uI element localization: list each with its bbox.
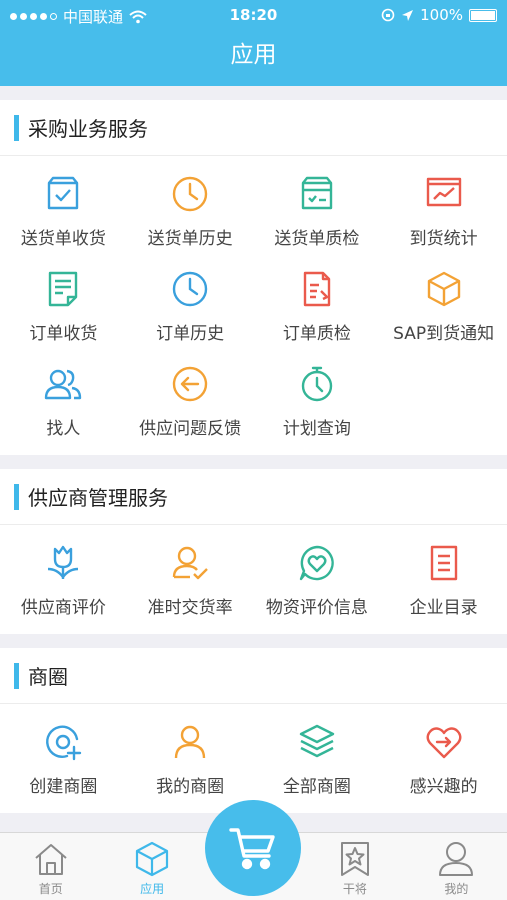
app-plan-query[interactable]: 计划查询 — [254, 360, 381, 455]
app-order-inspection[interactable]: 订单质检 — [254, 265, 381, 360]
app-find-people[interactable]: 找人 — [0, 360, 127, 455]
app-on-time-rate[interactable]: 准时交货率 — [127, 539, 254, 634]
status-bar: 中国联通 18:20 100% — [0, 0, 507, 30]
nav-bar: 应用 — [0, 30, 507, 86]
service-grid: 供应商评价 准时交货率 物资评价信息 企业目录 — [0, 525, 507, 634]
section-title: 商圈 — [0, 648, 507, 704]
rotation-lock-icon — [381, 8, 395, 22]
app-order-history[interactable]: 订单历史 — [127, 265, 254, 360]
page-title: 应用 — [230, 42, 277, 68]
cube-icon — [427, 271, 460, 307]
heart-chat-icon — [299, 545, 334, 581]
back-arrow-circle-icon — [172, 366, 208, 402]
create-circle-icon — [46, 725, 82, 761]
user-icon — [439, 842, 474, 876]
service-grid: 送货单收货 送货单历史 送货单质检 到货统计 订单收货 订单历史 订单质检 SA… — [0, 156, 507, 455]
battery-percent: 100% — [420, 6, 463, 24]
app-sap-arrival-notice[interactable]: SAP到货通知 — [380, 265, 507, 360]
app-supply-feedback[interactable]: 供应问题反馈 — [127, 360, 254, 455]
app-all-circles[interactable]: 全部商圈 — [254, 718, 381, 813]
cart-button[interactable] — [205, 800, 301, 896]
star-bookmark-icon — [340, 842, 369, 876]
section-supplier-management: 供应商管理服务 供应商评价 准时交货率 物资评价信息 企业目录 — [0, 469, 507, 634]
clock-icon — [172, 271, 208, 307]
app-order-receipt[interactable]: 订单收货 — [0, 265, 127, 360]
location-icon — [402, 9, 414, 21]
battery-icon — [469, 8, 497, 22]
app-delivery-inspection[interactable]: 送货单质检 — [254, 170, 381, 265]
app-arrival-stats[interactable]: 到货统计 — [380, 170, 507, 265]
app-company-directory[interactable]: 企业目录 — [380, 539, 507, 634]
people-icon — [45, 369, 82, 400]
tab-ganjiang[interactable]: 干将 — [304, 833, 405, 900]
section-procurement: 采购业务服务 送货单收货 送货单历史 送货单质检 到货统计 订单收货 订单历史 … — [0, 100, 507, 455]
home-icon — [35, 844, 67, 875]
line-chart-icon — [426, 177, 461, 207]
app-create-circle[interactable]: 创建商圈 — [0, 718, 127, 813]
tab-home[interactable]: 首页 — [0, 833, 101, 900]
delivery-box-check-icon — [48, 176, 79, 210]
heart-arrow-icon — [426, 727, 462, 759]
layers-icon — [299, 724, 335, 758]
section-business-circle: 商圈 创建商圈 我的商圈 全部商圈 感兴趣的 — [0, 648, 507, 813]
app-material-rating[interactable]: 物资评价信息 — [254, 539, 381, 634]
person-check-icon — [172, 546, 208, 580]
content: 采购业务服务 送货单收货 送货单历史 送货单质检 到货统计 订单收货 订单历史 … — [0, 86, 507, 813]
list-document-icon — [430, 545, 457, 581]
order-inspection-icon — [303, 271, 331, 307]
tab-apps[interactable]: 应用 — [101, 833, 202, 900]
stopwatch-icon — [301, 366, 333, 402]
order-document-icon — [49, 271, 78, 307]
person-icon — [174, 725, 206, 759]
delivery-inspection-icon — [301, 176, 333, 210]
cube-icon — [136, 841, 169, 877]
clock-icon — [172, 176, 208, 212]
section-title: 采购业务服务 — [0, 100, 507, 156]
app-my-circle[interactable]: 我的商圈 — [127, 718, 254, 813]
app-delivery-history[interactable]: 送货单历史 — [127, 170, 254, 265]
section-title: 供应商管理服务 — [0, 469, 507, 525]
tab-mine[interactable]: 我的 — [406, 833, 507, 900]
app-interested[interactable]: 感兴趣的 — [380, 718, 507, 813]
cart-icon — [229, 828, 275, 870]
service-grid: 创建商圈 我的商圈 全部商圈 感兴趣的 — [0, 704, 507, 813]
app-supplier-rating[interactable]: 供应商评价 — [0, 539, 127, 634]
app-delivery-receipt[interactable]: 送货单收货 — [0, 170, 127, 265]
tulip-icon — [48, 545, 79, 579]
